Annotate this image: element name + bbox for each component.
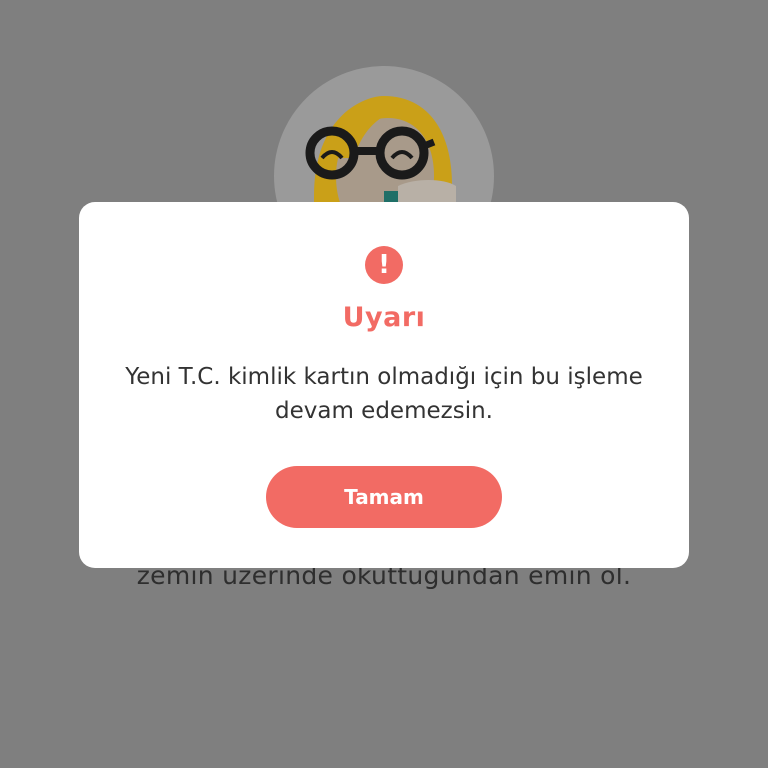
- ok-button[interactable]: Tamam: [266, 466, 502, 528]
- warning-dialog: ! Uyarı Yeni T.C. kimlik kartın olmadığı…: [79, 202, 689, 568]
- exclamation-icon: !: [365, 246, 403, 284]
- dialog-message: Yeni T.C. kimlik kartın olmadığı için bu…: [125, 364, 643, 424]
- screen-background: zemin üzerinde okuttuğundan emin ol. ! U…: [0, 0, 768, 768]
- dialog-title: Uyarı: [342, 302, 426, 333]
